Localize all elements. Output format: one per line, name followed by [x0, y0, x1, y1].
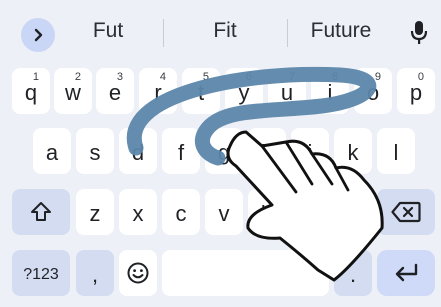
key-label: n	[303, 201, 317, 226]
key-b[interactable]: b	[248, 189, 286, 235]
key-label: x	[132, 201, 144, 226]
key-label: m	[343, 201, 363, 226]
key-d[interactable]: d	[119, 128, 157, 174]
enter-key[interactable]	[377, 250, 435, 296]
key-g[interactable]: g	[205, 128, 243, 174]
emoji-icon	[127, 262, 149, 284]
key-label: f	[177, 140, 185, 165]
key-l[interactable]: l	[377, 128, 415, 174]
key-label: z	[89, 201, 101, 226]
suggestion-divider	[163, 19, 164, 47]
expand-toolbar-button[interactable]	[21, 18, 55, 52]
key-label: t	[197, 80, 205, 105]
key-label: g	[217, 140, 231, 165]
key-label: ,	[91, 262, 99, 287]
suggestion-divider	[287, 19, 288, 47]
key-label: j	[307, 140, 313, 165]
key-f[interactable]: f	[162, 128, 200, 174]
key-label: q	[24, 80, 38, 105]
key-label: a	[45, 140, 59, 165]
key-label: w	[65, 80, 81, 105]
key-h[interactable]: h	[248, 128, 286, 174]
key-z[interactable]: z	[76, 189, 114, 235]
suggestion-strip: Fut Fit Future	[0, 0, 441, 66]
key-label: b	[260, 201, 274, 226]
suggestion-3[interactable]: Future	[300, 19, 382, 43]
key-w[interactable]: 2w	[54, 68, 92, 114]
key-p[interactable]: 0p	[397, 68, 435, 114]
backspace-icon	[391, 201, 421, 223]
key-label: h	[260, 140, 274, 165]
key-label: l	[393, 140, 399, 165]
key-label: s	[89, 140, 101, 165]
key-m[interactable]: m	[334, 189, 372, 235]
key-label: .	[349, 262, 357, 287]
key-k[interactable]: k	[334, 128, 372, 174]
key-v[interactable]: v	[205, 189, 243, 235]
shift-key[interactable]	[12, 189, 70, 235]
key-label: k	[347, 140, 359, 165]
key-c[interactable]: c	[162, 189, 200, 235]
key-q[interactable]: 1q	[12, 68, 50, 114]
key-o[interactable]: 9o	[354, 68, 392, 114]
key-label: d	[131, 140, 145, 165]
key-y[interactable]: 6y	[225, 68, 263, 114]
suggestion-2[interactable]: Fit	[195, 19, 255, 43]
space-key[interactable]	[162, 250, 329, 296]
key-label: p	[409, 80, 423, 105]
microphone-icon	[410, 21, 428, 44]
key-label: c	[175, 201, 187, 226]
key-n[interactable]: n	[291, 189, 329, 235]
key-a[interactable]: a	[33, 128, 71, 174]
backspace-key[interactable]	[377, 189, 435, 235]
suggestion-1[interactable]: Fut	[78, 19, 138, 43]
key-label: u	[280, 80, 294, 105]
key-label: e	[108, 80, 122, 105]
key-label: y	[238, 80, 250, 105]
key-r[interactable]: 4r	[139, 68, 177, 114]
enter-arrow-icon	[395, 263, 418, 282]
key-label: o	[366, 80, 380, 105]
key-j[interactable]: j	[291, 128, 329, 174]
key-u[interactable]: 7u	[268, 68, 306, 114]
emoji-key[interactable]	[119, 250, 157, 296]
key-s[interactable]: s	[76, 128, 114, 174]
key-e[interactable]: 3e	[96, 68, 134, 114]
period-key[interactable]: .	[334, 250, 372, 296]
key-x[interactable]: x	[119, 189, 157, 235]
key-label: ?123	[23, 266, 59, 283]
voice-input-button[interactable]	[410, 20, 428, 51]
key-hint: 8	[331, 71, 338, 83]
comma-key[interactable]: ,	[76, 250, 114, 296]
key-t[interactable]: 5t	[182, 68, 220, 114]
symbols-key[interactable]: ?123	[12, 250, 70, 296]
key-i[interactable]: 8i	[311, 68, 349, 114]
shift-arrow-icon	[31, 202, 51, 221]
key-label: r	[154, 80, 162, 105]
chevron-right-icon	[34, 28, 43, 42]
key-label: v	[218, 201, 230, 226]
key-label: i	[327, 80, 333, 105]
